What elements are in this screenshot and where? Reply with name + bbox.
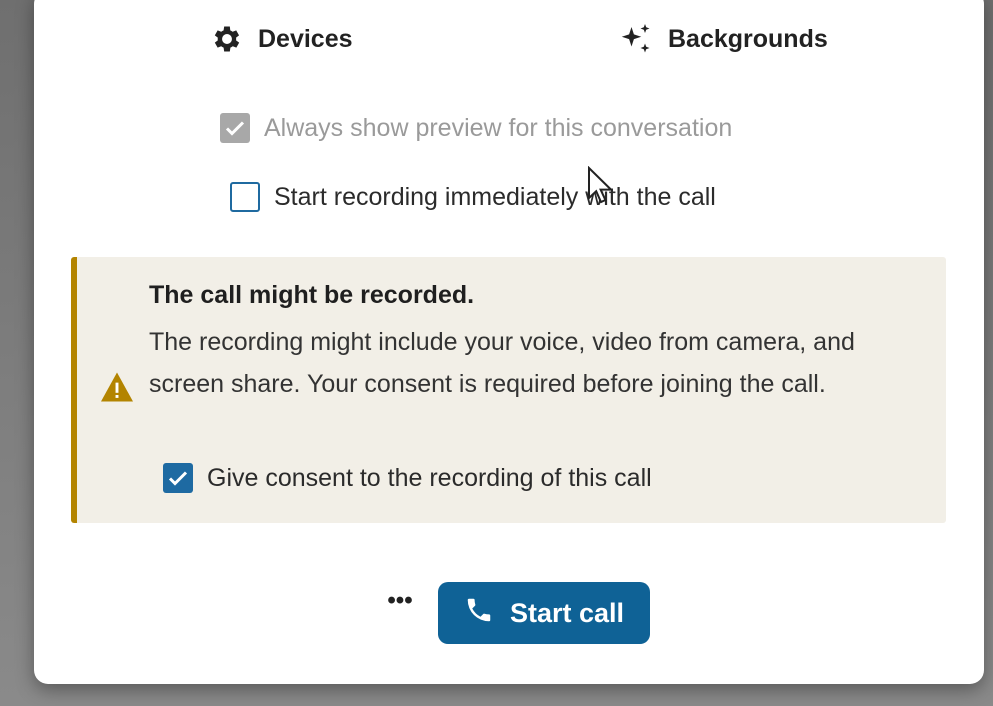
recording-notice: The call might be recorded. The recordin… xyxy=(71,257,946,523)
phone-icon xyxy=(464,595,494,632)
start-recording-option[interactable]: Start recording immediately with the cal… xyxy=(230,182,716,212)
checkmark-icon xyxy=(168,471,188,486)
backgrounds-button[interactable]: Backgrounds xyxy=(618,17,828,61)
checkmark-icon xyxy=(225,121,245,136)
devices-button[interactable]: Devices xyxy=(210,17,353,61)
call-setup-dialog: Devices Backgrounds Always show preview … xyxy=(34,0,984,684)
gear-icon xyxy=(210,22,244,56)
consent-option[interactable]: Give consent to the recording of this ca… xyxy=(163,463,652,493)
mouse-cursor-icon xyxy=(587,165,614,209)
devices-label: Devices xyxy=(258,24,353,53)
warning-triangle-icon xyxy=(99,371,135,408)
notice-title: The call might be recorded. xyxy=(149,281,475,309)
more-options-button[interactable]: ••• xyxy=(380,586,420,622)
start-call-label: Start call xyxy=(509,597,625,628)
notice-body: The recording might include your voice, … xyxy=(149,328,855,398)
always-preview-label: Always show preview for this conversatio… xyxy=(264,113,733,142)
always-preview-option[interactable]: Always show preview for this conversatio… xyxy=(220,113,732,143)
always-preview-checkbox[interactable] xyxy=(220,113,250,143)
consent-label: Give consent to the recording of this ca… xyxy=(207,463,652,492)
consent-checkbox[interactable] xyxy=(163,463,193,493)
start-recording-checkbox[interactable] xyxy=(230,182,260,212)
start-recording-label: Start recording immediately with the cal… xyxy=(274,182,716,211)
sparkles-icon xyxy=(618,21,654,57)
start-call-button[interactable]: Start call xyxy=(438,582,650,644)
backgrounds-label: Backgrounds xyxy=(668,24,828,53)
